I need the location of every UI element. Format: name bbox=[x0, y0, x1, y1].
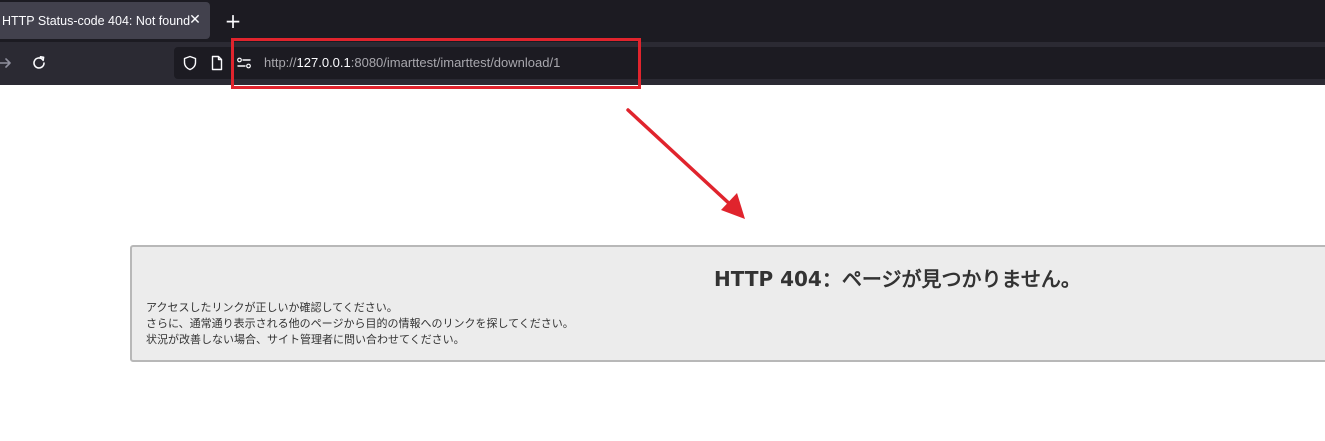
tab-title: HTTP Status-code 404: Not found bbox=[2, 13, 191, 28]
error-message-line: 状況が改善しない場合、サイト管理者に問い合わせてください。 bbox=[146, 333, 465, 346]
tab-strip: HTTP Status-code 404: Not found ✕ + bbox=[0, 0, 1325, 42]
close-icon[interactable]: ✕ bbox=[186, 11, 204, 29]
plus-icon[interactable]: + bbox=[222, 10, 244, 32]
screenshot-root: HTTP Status-code 404: Not found ✕ + http… bbox=[0, 0, 1325, 441]
shield-icon[interactable] bbox=[182, 55, 198, 71]
error-message: アクセスしたリンクが正しいか確認してください。 さらに、通常通り表示される他のペ… bbox=[146, 300, 574, 348]
error-panel: HTTP 404：ページが見つかりません。 アクセスしたリンクが正しいか確認して… bbox=[130, 245, 1325, 362]
annotation-highlight-box bbox=[231, 38, 641, 89]
reload-icon[interactable] bbox=[26, 50, 52, 76]
active-tab[interactable]: HTTP Status-code 404: Not found ✕ bbox=[0, 2, 210, 39]
nav-toolbar: http://127.0.0.1:8080/imarttest/imarttes… bbox=[0, 42, 1325, 85]
error-title: HTTP 404：ページが見つかりません。 bbox=[714, 267, 1081, 291]
error-message-line: さらに、通常通り表示される他のページから目的の情報へのリンクを探してください。 bbox=[146, 317, 574, 330]
arrow-right-icon[interactable] bbox=[0, 50, 18, 76]
page-icon[interactable] bbox=[209, 55, 225, 71]
error-message-line: アクセスしたリンクが正しいか確認してください。 bbox=[146, 301, 398, 314]
